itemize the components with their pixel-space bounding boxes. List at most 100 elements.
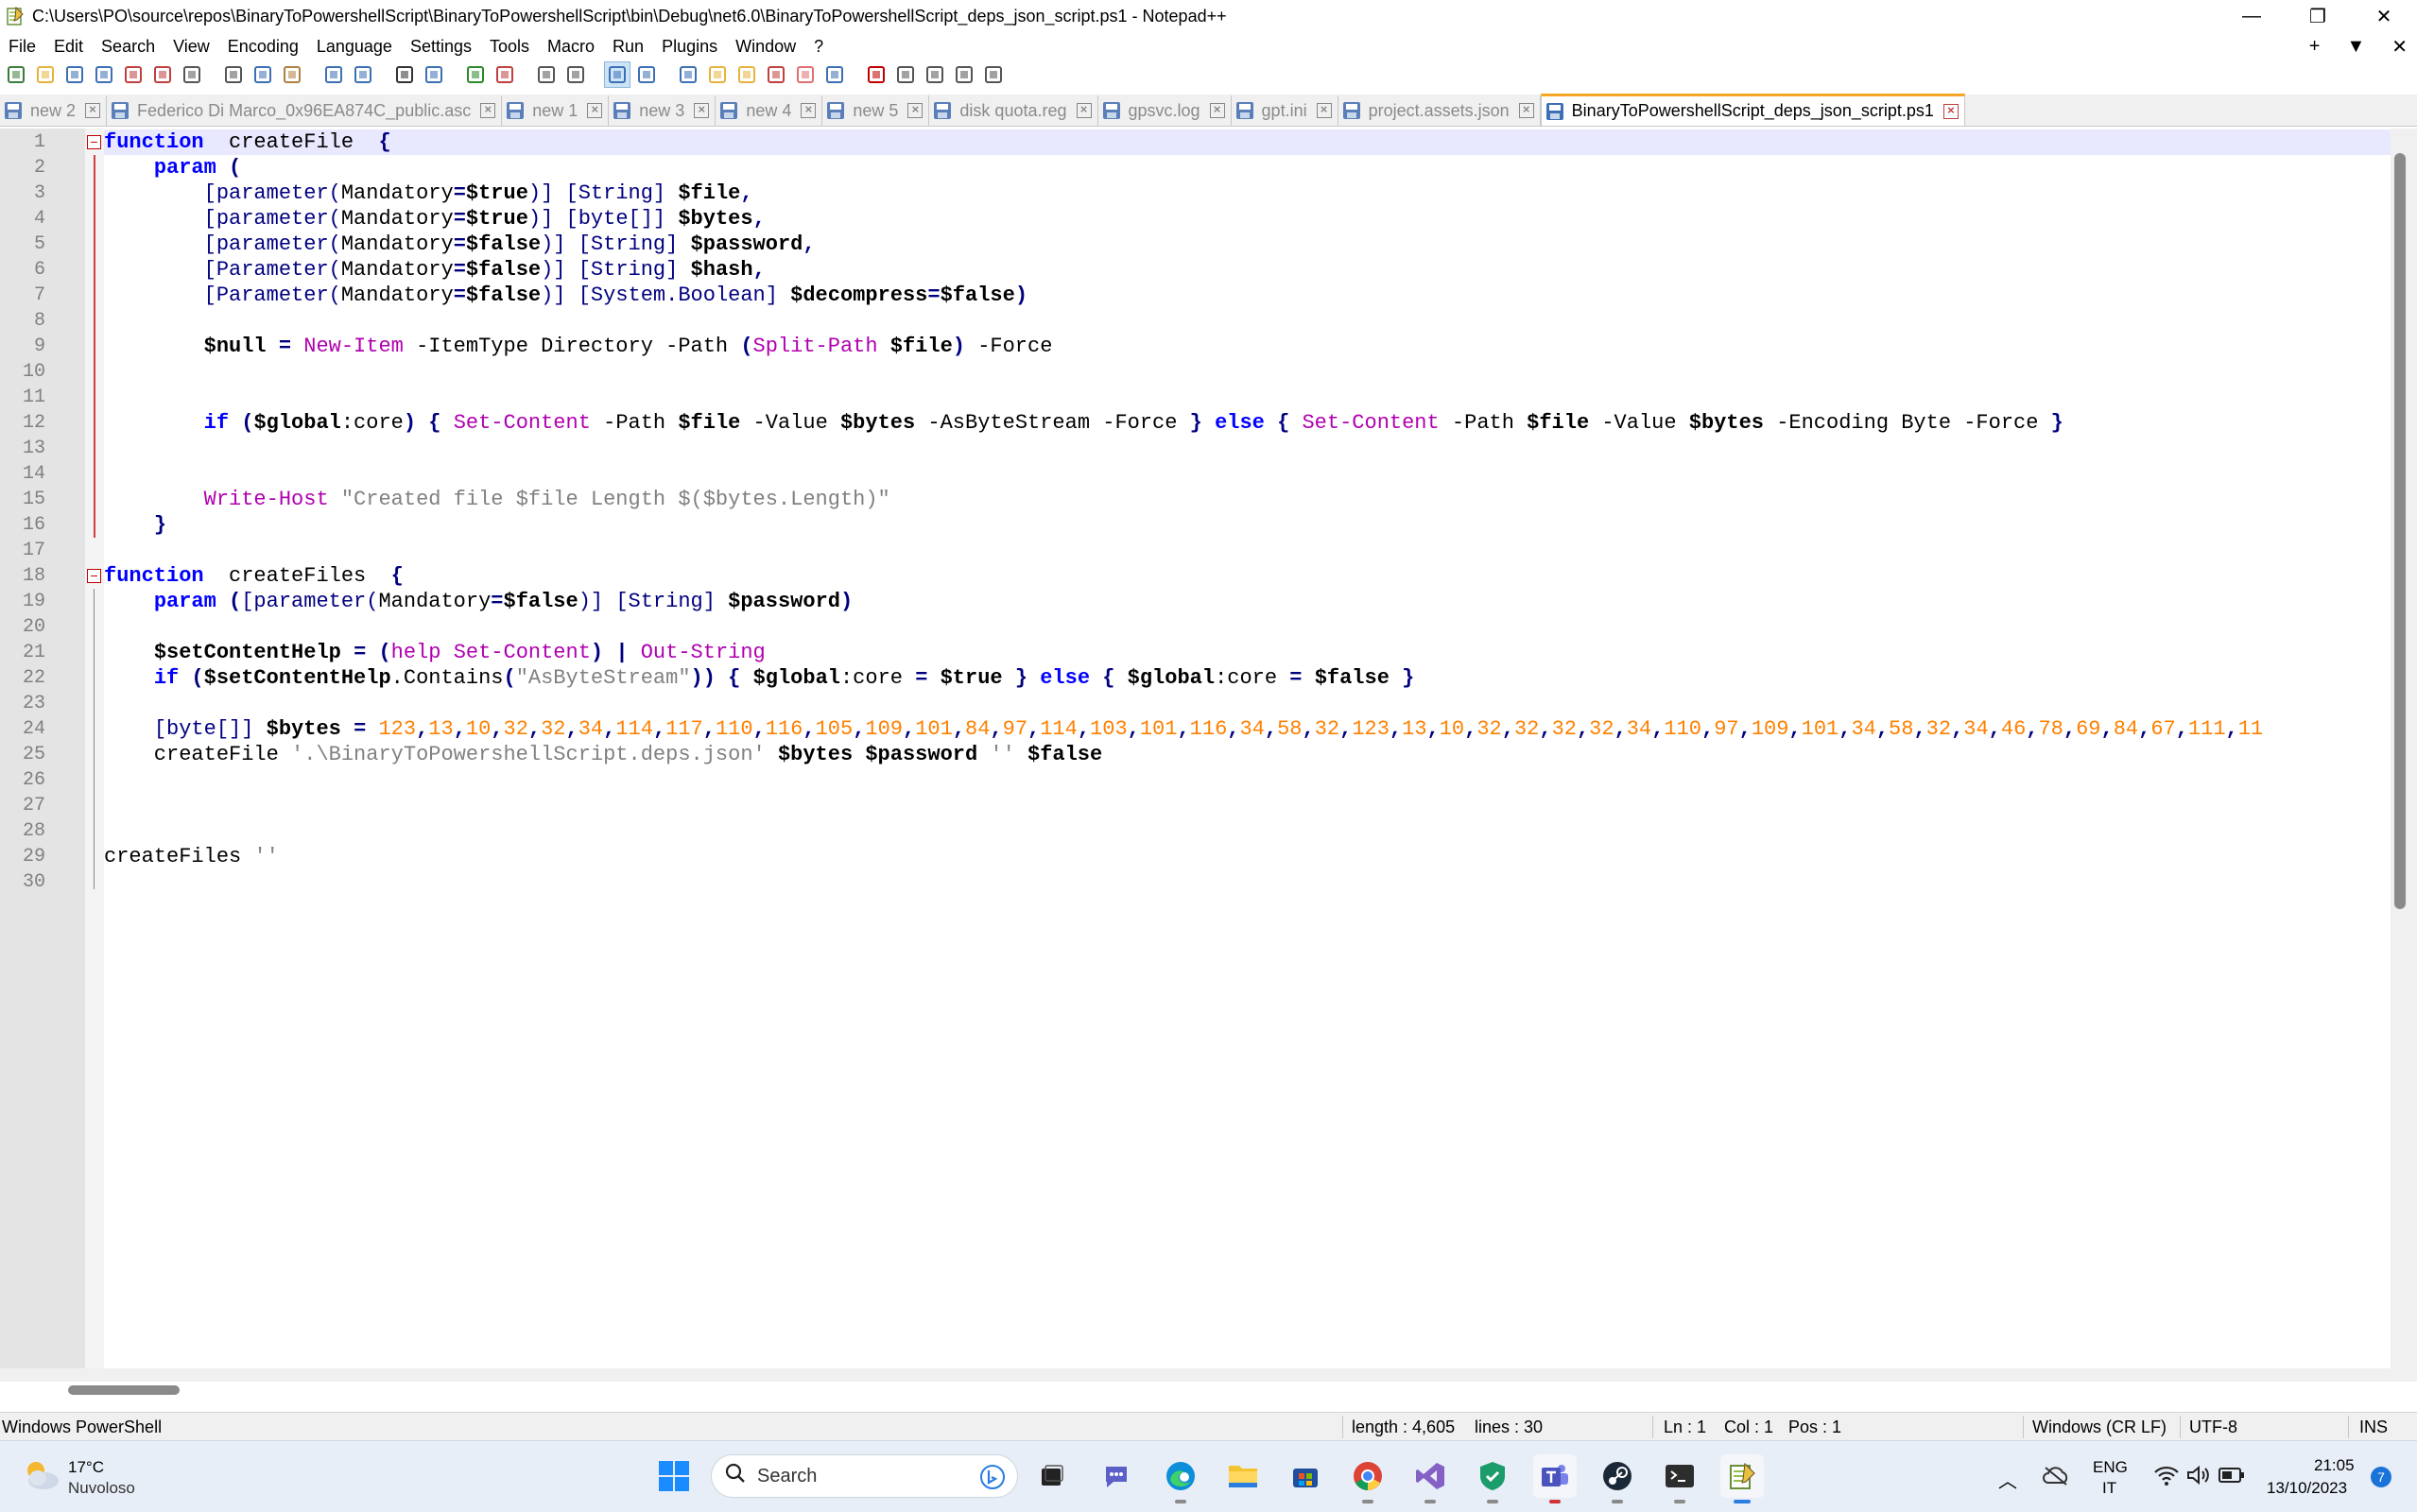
- clock-time[interactable]: 21:05: [2314, 1456, 2355, 1475]
- menu-help[interactable]: ?: [805, 37, 833, 57]
- folder-workspace-icon[interactable]: [793, 62, 818, 87]
- print-icon[interactable]: [180, 62, 204, 87]
- volume-icon[interactable]: [2185, 1464, 2212, 1491]
- weather-description[interactable]: Nuvoloso: [68, 1479, 135, 1498]
- vertical-scroll-thumb[interactable]: [2394, 153, 2406, 909]
- tab-close-icon[interactable]: ×: [1518, 103, 1534, 118]
- close-all-icon[interactable]: [150, 62, 175, 87]
- menu-edit[interactable]: Edit: [45, 37, 93, 57]
- code-line[interactable]: [Parameter(Mandatory=$false)] [System.Bo…: [104, 283, 1027, 308]
- new-tab-plus-icon[interactable]: +: [2309, 36, 2321, 58]
- visual-studio-icon[interactable]: [1408, 1454, 1452, 1503]
- close-button[interactable]: ✕: [2351, 0, 2417, 32]
- tab-9[interactable]: project.assets.json ×: [1338, 95, 1541, 126]
- code-line[interactable]: }: [104, 512, 166, 538]
- tab-1[interactable]: Federico Di Marco_0x96EA874C_public.asc ×: [107, 95, 503, 126]
- close-icon[interactable]: [121, 62, 146, 87]
- status-encoding[interactable]: UTF-8: [2189, 1413, 2237, 1441]
- function-list-icon[interactable]: [764, 62, 788, 87]
- horizontal-scrollbar[interactable]: [0, 1368, 2391, 1382]
- code-line[interactable]: [parameter(Mandatory=$true)] [byte[]] $b…: [104, 206, 766, 232]
- tab-close-icon[interactable]: ×: [694, 103, 710, 118]
- run-macro-multiple-icon[interactable]: [952, 62, 976, 87]
- tab-5[interactable]: new 5 ×: [822, 95, 930, 126]
- input-language-bottom[interactable]: IT: [2102, 1479, 2116, 1498]
- tab-8[interactable]: gpt.ini ×: [1231, 95, 1338, 126]
- save-all-icon[interactable]: [92, 62, 116, 87]
- language-icon[interactable]: [705, 62, 730, 87]
- chrome-icon[interactable]: [1346, 1454, 1390, 1503]
- tab-close-icon[interactable]: ×: [85, 103, 101, 118]
- menu-plugins[interactable]: Plugins: [653, 37, 727, 57]
- menu-settings[interactable]: Settings: [402, 37, 481, 57]
- microsoft-store-icon[interactable]: [1284, 1454, 1327, 1498]
- code-line[interactable]: if ($global:core) { Set-Content -Path $f…: [104, 410, 2063, 436]
- minimize-button[interactable]: —: [2218, 0, 2285, 32]
- menu-view[interactable]: View: [164, 37, 219, 57]
- play-macro-icon[interactable]: [923, 62, 947, 87]
- show-all-characters-icon[interactable]: [634, 62, 659, 87]
- steam-icon[interactable]: [1596, 1454, 1639, 1503]
- wifi-icon[interactable]: [2153, 1464, 2180, 1491]
- menu-language[interactable]: Language: [308, 37, 402, 57]
- notepad-plus-plus-icon[interactable]: [6, 6, 25, 26]
- zoom-in-icon[interactable]: [463, 62, 488, 87]
- code-line[interactable]: [byte[]] $bytes = 123,13,10,32,32,34,114…: [104, 716, 2263, 742]
- code-text-area[interactable]: function createFile { param ( [parameter…: [104, 129, 2390, 1382]
- bing-icon[interactable]: [979, 1464, 1006, 1496]
- input-language-top[interactable]: ENG: [2093, 1458, 2128, 1477]
- menu-window[interactable]: Window: [727, 37, 805, 57]
- horizontal-scroll-thumb[interactable]: [68, 1385, 180, 1395]
- status-insert-mode[interactable]: INS: [2359, 1413, 2388, 1441]
- tab-close-icon[interactable]: ×: [1076, 103, 1092, 118]
- zoom-out-icon[interactable]: [492, 62, 517, 87]
- menu-tools[interactable]: Tools: [481, 37, 539, 57]
- menu-macro[interactable]: Macro: [539, 37, 604, 57]
- terminal-icon[interactable]: [1658, 1454, 1701, 1503]
- undo-icon[interactable]: [321, 62, 346, 87]
- tab-4[interactable]: new 4 ×: [716, 95, 823, 126]
- redo-icon[interactable]: [351, 62, 375, 87]
- windows-start-icon[interactable]: [652, 1454, 696, 1498]
- code-line[interactable]: $null = New-Item -ItemType Directory -Pa…: [104, 334, 1053, 359]
- tab-list-dropdown-icon[interactable]: ▼: [2346, 36, 2365, 58]
- teams-chat-icon[interactable]: [1095, 1454, 1138, 1498]
- code-line[interactable]: function createFile {: [104, 129, 391, 155]
- clock-date[interactable]: 13/10/2023: [2267, 1479, 2347, 1498]
- onedrive-cloud-icon[interactable]: [2042, 1464, 2070, 1491]
- notepad-plus-plus-taskbar-icon[interactable]: [1720, 1454, 1764, 1503]
- word-wrap-icon[interactable]: [604, 61, 630, 88]
- code-line[interactable]: $setContentHelp = (help Set-Content) | O…: [104, 640, 766, 665]
- tab-close-icon[interactable]: ×: [1316, 103, 1332, 118]
- code-line[interactable]: [parameter(Mandatory=$true)] [String] $f…: [104, 180, 753, 206]
- fold-toggle-icon[interactable]: −: [87, 135, 101, 149]
- fold-toggle-icon[interactable]: −: [87, 569, 101, 583]
- tab-6[interactable]: disk quota.reg ×: [929, 95, 1098, 126]
- weather-temperature[interactable]: 17°C: [68, 1458, 104, 1477]
- copy-icon[interactable]: [250, 62, 275, 87]
- restore-button[interactable]: ❐: [2285, 0, 2351, 32]
- status-eol[interactable]: Windows (CR LF): [2032, 1413, 2167, 1441]
- editor[interactable]: 1 2 3 4 5 6 7 8 9 10 11 12 13 14 15 16 17 18 19 20 21 22 23 24 2…: [0, 129, 2417, 1382]
- find-icon[interactable]: [392, 62, 417, 87]
- notification-badge[interactable]: 7: [2371, 1467, 2391, 1487]
- tab-2[interactable]: new 1 ×: [502, 95, 610, 126]
- weather-cloud-icon[interactable]: [21, 1458, 62, 1492]
- tab-close-icon[interactable]: ×: [1209, 103, 1225, 118]
- code-line[interactable]: if ($setContentHelp.Contains("AsByteStre…: [104, 665, 1415, 691]
- code-line[interactable]: param (: [104, 155, 241, 180]
- open-file-icon[interactable]: [33, 62, 58, 87]
- tab-0[interactable]: new 2 ×: [0, 95, 108, 126]
- tab-7[interactable]: gpsvc.log ×: [1097, 95, 1232, 126]
- monitoring-icon[interactable]: [822, 62, 847, 87]
- tab-close-icon[interactable]: ×: [907, 103, 924, 118]
- taskbar-search-box[interactable]: Search: [711, 1454, 1018, 1498]
- tab-close-icon[interactable]: ×: [587, 103, 603, 118]
- cut-icon[interactable]: [221, 62, 246, 87]
- sync-horizontal-icon[interactable]: [563, 62, 588, 87]
- code-line[interactable]: param ([parameter(Mandatory=$false)] [St…: [104, 589, 853, 614]
- save-macro-icon[interactable]: [981, 62, 1006, 87]
- tab-close-icon[interactable]: ×: [480, 103, 496, 118]
- new-file-icon[interactable]: [4, 62, 28, 87]
- menu-encoding[interactable]: Encoding: [219, 37, 308, 57]
